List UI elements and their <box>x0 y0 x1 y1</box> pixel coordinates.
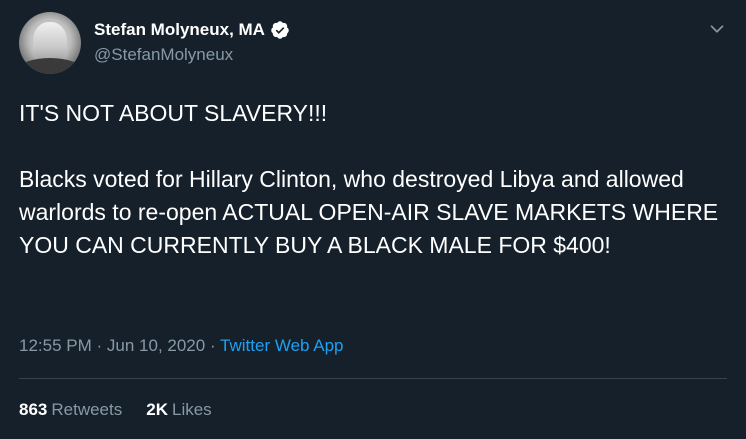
avatar[interactable] <box>19 12 81 74</box>
tweet-date[interactable]: Jun 10, 2020 <box>107 336 205 355</box>
author-handle[interactable]: @StefanMolyneux <box>94 45 233 65</box>
tweet-text-line: Blacks voted for Hillary Clinton, who de… <box>19 166 719 258</box>
tweet-time[interactable]: 12:55 PM <box>19 336 92 355</box>
divider <box>19 378 727 379</box>
verified-badge-icon <box>271 21 289 39</box>
likes-label: Likes <box>171 400 212 419</box>
likes-count: 2K <box>146 400 168 419</box>
tweet-stats: 863 Retweets 2K Likes <box>19 400 212 420</box>
retweets-label: Retweets <box>51 400 123 419</box>
tweet-text: IT'S NOT ABOUT SLAVERY!!! Blacks voted f… <box>19 97 731 262</box>
avatar-shoulders <box>19 58 81 74</box>
likes-stat[interactable]: 2K Likes <box>146 400 211 420</box>
chevron-down-icon[interactable] <box>706 18 728 40</box>
tweet-source-link[interactable]: Twitter Web App <box>220 336 343 355</box>
retweets-stat[interactable]: 863 Retweets <box>19 400 122 420</box>
tweet-meta: 12:55 PM · Jun 10, 2020 · Twitter Web Ap… <box>19 336 344 356</box>
meta-separator: · <box>96 336 103 355</box>
meta-separator: · <box>209 336 216 355</box>
author-name-row[interactable]: Stefan Molyneux, MA <box>94 20 290 40</box>
retweets-count: 863 <box>19 400 48 419</box>
author-display-name[interactable]: Stefan Molyneux, MA <box>94 20 265 40</box>
tweet-text-line: IT'S NOT ABOUT SLAVERY!!! <box>19 100 328 126</box>
